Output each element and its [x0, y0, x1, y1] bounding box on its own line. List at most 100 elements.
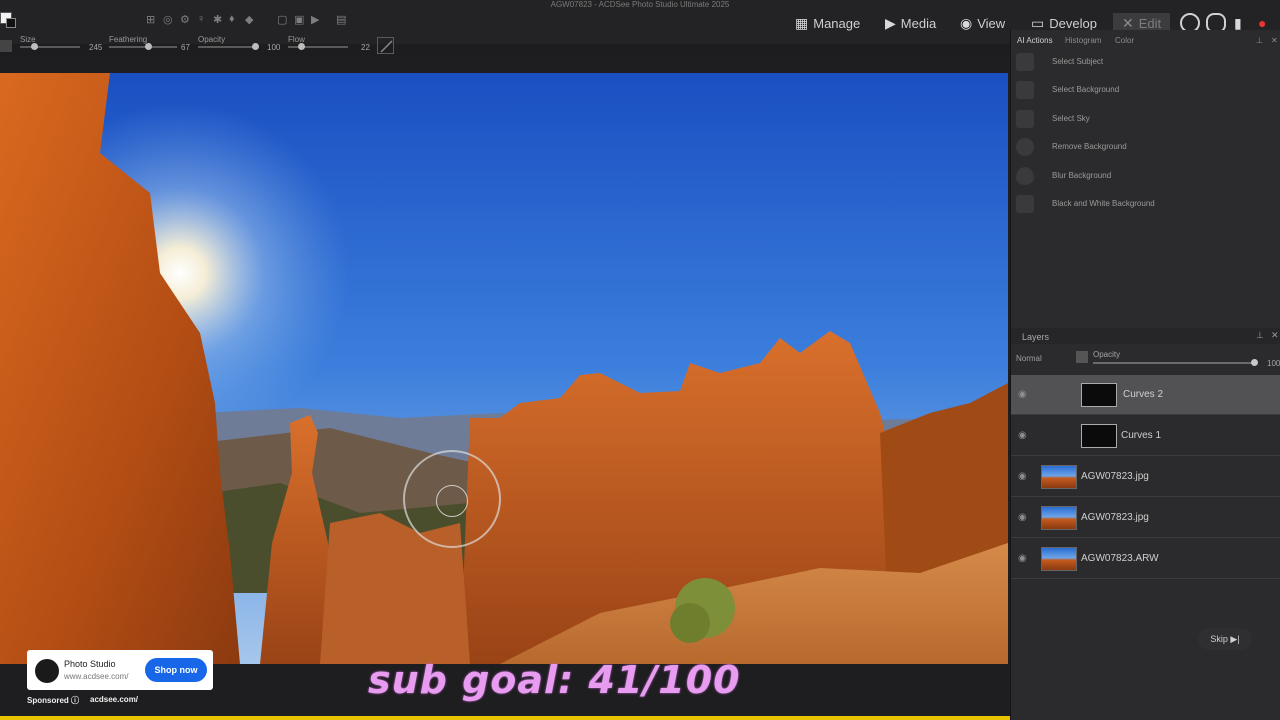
- ai-blur-background[interactable]: Blur Background: [1011, 163, 1280, 189]
- photo-canvas[interactable]: [0, 73, 1008, 664]
- play-tool-icon[interactable]: ▶: [311, 13, 319, 26]
- ai-remove-background[interactable]: Remove Background: [1011, 134, 1280, 160]
- ai-select-subject-label: Select Subject: [1052, 57, 1104, 66]
- person-tool-icon[interactable]: ♀: [197, 13, 205, 25]
- layer-opacity-knob[interactable]: [1251, 359, 1258, 366]
- brush-cursor-inner: [436, 485, 468, 517]
- mode-develop-label: Develop: [1049, 15, 1097, 31]
- eye-icon: ◉: [960, 14, 973, 31]
- eye-icon[interactable]: ◉: [1018, 512, 1027, 523]
- select-tool-icon[interactable]: ▢: [277, 13, 287, 26]
- ai-select-background-label: Select Background: [1052, 85, 1120, 94]
- ai-bw-background-label: Black and White Background: [1052, 199, 1155, 208]
- mode-manage-label: Manage: [813, 15, 861, 31]
- light-tool-icon[interactable]: ✱: [213, 13, 222, 26]
- feathering-slider[interactable]: [109, 46, 177, 48]
- brush-settings-button[interactable]: [377, 37, 394, 54]
- background-color-swatch[interactable]: [6, 18, 16, 28]
- layer-name: AGW07823.ARW: [1081, 553, 1159, 564]
- blend-mode-dropdown-button[interactable]: [1076, 351, 1088, 363]
- layer-name: AGW07823.jpg: [1081, 512, 1149, 523]
- ai-remove-background-label: Remove Background: [1052, 142, 1127, 151]
- layers-title: Layers: [1022, 332, 1050, 342]
- ai-tabs: AI Actions Histogram Color ⊥ ✕: [1011, 34, 1280, 48]
- layer-thumbnail: [1041, 547, 1077, 571]
- layers-header: Layers ⊥ ✕: [1011, 328, 1280, 344]
- blend-mode-select[interactable]: Normal: [1016, 354, 1042, 363]
- opacity-slider-knob[interactable]: [252, 43, 259, 50]
- sub-goal-overlay: sub goal: 41/100: [368, 658, 741, 702]
- layer-row[interactable]: ◉ Curves 2: [1011, 375, 1280, 415]
- layer-name: Curves 1: [1121, 430, 1162, 441]
- landscape-photo: [0, 73, 1008, 664]
- right-panel: AI Actions Histogram Color ⊥ ✕ Select Su…: [1010, 30, 1280, 720]
- gear-tool-icon[interactable]: ⚙: [180, 13, 190, 26]
- layer-row[interactable]: ◉ Curves 1: [1011, 416, 1280, 456]
- bucket-tool-icon[interactable]: ♦: [229, 13, 235, 25]
- layer-thumbnail: [1041, 506, 1077, 530]
- ai-select-sky-label: Select Sky: [1052, 114, 1090, 123]
- edit-icon: ✕: [1122, 14, 1134, 31]
- shop-now-button[interactable]: Shop now: [145, 658, 207, 682]
- ai-bw-background[interactable]: Black and White Background: [1011, 191, 1280, 217]
- background-icon: [1016, 81, 1034, 99]
- feathering-slider-knob[interactable]: [145, 43, 152, 50]
- ai-select-background[interactable]: Select Background: [1011, 77, 1280, 103]
- layer-opacity-label: Opacity: [1093, 350, 1121, 359]
- close-icon[interactable]: ✕: [1271, 330, 1279, 341]
- fill-tool-icon[interactable]: ◆: [245, 13, 253, 26]
- record-tool-icon[interactable]: ▣: [294, 13, 304, 26]
- layer-row[interactable]: ◉ AGW07823.jpg: [1011, 498, 1280, 538]
- window-title: AGW07823 - ACDSee Photo Studio Ultimate …: [550, 0, 730, 9]
- mode-edit-label: Edit: [1138, 15, 1162, 31]
- flow-slider[interactable]: [288, 46, 348, 48]
- layer-thumbnail: [1041, 465, 1077, 489]
- sponsored-label: Sponsored ⓘ: [27, 696, 80, 705]
- brush-icon: [380, 40, 393, 53]
- layer-opacity-slider[interactable]: [1093, 362, 1255, 364]
- ad-card[interactable]: Photo Studio www.acdsee.com/ Shop now: [27, 650, 213, 690]
- ai-select-subject[interactable]: Select Subject: [1011, 49, 1280, 75]
- eye-icon[interactable]: ◉: [1018, 471, 1027, 482]
- layer-row[interactable]: ◉ AGW07823.ARW: [1011, 539, 1280, 579]
- develop-icon: ▭: [1031, 14, 1045, 31]
- layer-thumbnail: [1081, 383, 1117, 407]
- person-icon: [1016, 53, 1034, 71]
- tab-histogram[interactable]: Histogram: [1065, 36, 1101, 45]
- circle-tool-icon[interactable]: ◎: [163, 13, 173, 26]
- media-icon: ▶: [885, 14, 896, 31]
- mode-media-label: Media: [900, 15, 937, 31]
- size-slider-knob[interactable]: [31, 43, 38, 50]
- tab-color[interactable]: Color: [1115, 36, 1134, 45]
- export-tool-icon[interactable]: ▤: [336, 13, 346, 26]
- layer-row[interactable]: ◉ AGW07823.jpg: [1011, 457, 1280, 497]
- ad-footer-url[interactable]: acdsee.com/: [90, 695, 138, 704]
- sky-icon: [1016, 110, 1034, 128]
- skip-button[interactable]: Skip ▶|: [1198, 628, 1252, 650]
- pin-icon[interactable]: ⊥: [1256, 330, 1264, 341]
- feathering-value: 67: [181, 43, 190, 52]
- flow-slider-knob[interactable]: [298, 43, 305, 50]
- grid-tool-icon[interactable]: ⊞: [146, 13, 155, 26]
- tab-ai-actions[interactable]: AI Actions: [1017, 36, 1053, 45]
- grid-icon: ▦: [795, 14, 809, 31]
- pin-icon[interactable]: ⊥: [1256, 36, 1263, 45]
- flow-value: 22: [361, 43, 370, 52]
- mode-manage[interactable]: ▦ Manage: [795, 13, 860, 33]
- eye-icon[interactable]: ◉: [1018, 389, 1027, 400]
- eye-icon[interactable]: ◉: [1018, 553, 1027, 564]
- mode-view[interactable]: ◉ View: [960, 13, 1005, 33]
- blur-drop-icon: [1016, 167, 1034, 185]
- mode-media[interactable]: ▶ Media: [885, 13, 936, 33]
- tool-dropdown-button[interactable]: [0, 40, 12, 52]
- size-value: 245: [89, 43, 103, 52]
- remove-bg-icon: [1016, 138, 1034, 156]
- opacity-slider[interactable]: [198, 46, 258, 48]
- feathering-label: Feathering: [109, 35, 148, 44]
- size-slider[interactable]: [20, 46, 80, 48]
- ai-blur-background-label: Blur Background: [1052, 171, 1112, 180]
- close-icon[interactable]: ✕: [1271, 36, 1278, 45]
- ai-select-sky[interactable]: Select Sky: [1011, 106, 1280, 132]
- acdsee-logo-icon: [35, 659, 59, 683]
- eye-icon[interactable]: ◉: [1018, 430, 1027, 441]
